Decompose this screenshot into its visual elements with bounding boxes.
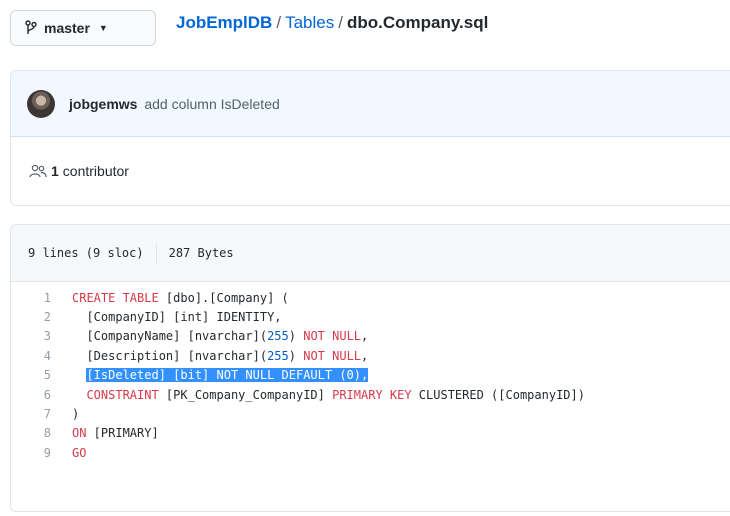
code-line: 2 [CompanyID] [int] IDENTITY, bbox=[11, 307, 730, 326]
selected-text[interactable]: [IsDeleted] [bit] NOT NULL DEFAULT (0), bbox=[86, 368, 369, 383]
code-text[interactable]: [Description] [nvarchar](255) NOT NULL, bbox=[65, 349, 368, 363]
people-icon bbox=[29, 164, 47, 178]
code-block[interactable]: 1 CREATE TABLE [dbo].[Company] ( 2 [Comp… bbox=[11, 282, 730, 463]
breadcrumb: JobEmplDB / Tables / dbo.Company.sql bbox=[176, 12, 488, 34]
file-info-bar: 9 lines (9 sloc) 287 Bytes bbox=[11, 225, 730, 282]
code-text[interactable]: [IsDeleted] [bit] NOT NULL DEFAULT (0), bbox=[65, 368, 369, 383]
git-branch-icon bbox=[25, 20, 37, 34]
breadcrumb-folder-link[interactable]: Tables bbox=[285, 13, 334, 32]
code-line: 9 GO bbox=[11, 443, 730, 462]
latest-commit: jobgemws add column IsDeleted bbox=[11, 71, 730, 137]
code-line: 6 CONSTRAINT [PK_Company_CompanyID] PRIM… bbox=[11, 385, 730, 404]
code-text[interactable]: CONSTRAINT [PK_Company_CompanyID] PRIMAR… bbox=[65, 388, 585, 402]
commit-box: jobgemws add column IsDeleted 1 contribu… bbox=[10, 70, 730, 206]
file-size: 287 Bytes bbox=[168, 246, 234, 260]
line-number[interactable]: 9 bbox=[11, 446, 65, 460]
breadcrumb-file: dbo.Company.sql bbox=[346, 13, 489, 32]
code-text[interactable]: [CompanyName] [nvarchar](255) NOT NULL, bbox=[65, 329, 368, 343]
code-line: 7 ) bbox=[11, 404, 730, 423]
line-number[interactable]: 2 bbox=[11, 310, 65, 324]
line-number[interactable]: 4 bbox=[11, 349, 65, 363]
code-text[interactable]: [CompanyID] [int] IDENTITY, bbox=[65, 310, 281, 324]
code-line: 4 [Description] [nvarchar](255) NOT NULL… bbox=[11, 346, 730, 365]
breadcrumb-separator: / bbox=[338, 13, 343, 32]
file-line-count: 9 lines (9 sloc) bbox=[28, 246, 144, 260]
file-viewer: 9 lines (9 sloc) 287 Bytes 1 CREATE TABL… bbox=[10, 224, 730, 512]
breadcrumb-separator: / bbox=[276, 13, 282, 32]
contributors-row[interactable]: 1 contributor bbox=[11, 137, 730, 205]
contributor-label: contributor bbox=[62, 163, 129, 179]
code-line: 5 [IsDeleted] [bit] NOT NULL DEFAULT (0)… bbox=[11, 366, 730, 385]
code-text[interactable]: GO bbox=[65, 446, 86, 460]
code-line: 3 [CompanyName] [nvarchar](255) NOT NULL… bbox=[11, 327, 730, 346]
code-line: 1 CREATE TABLE [dbo].[Company] ( bbox=[11, 288, 730, 307]
line-number[interactable]: 3 bbox=[11, 329, 65, 343]
code-line: 8 ON [PRIMARY] bbox=[11, 424, 730, 443]
line-number[interactable]: 5 bbox=[11, 368, 65, 382]
line-number[interactable]: 6 bbox=[11, 388, 65, 402]
line-number[interactable]: 7 bbox=[11, 407, 65, 421]
breadcrumb-repo-link[interactable]: JobEmplDB bbox=[176, 13, 272, 32]
commit-message-link[interactable]: add column IsDeleted bbox=[144, 96, 279, 112]
code-text[interactable]: ON [PRIMARY] bbox=[65, 426, 159, 440]
avatar[interactable] bbox=[27, 89, 55, 118]
line-number[interactable]: 8 bbox=[11, 426, 65, 440]
branch-name: master bbox=[44, 20, 90, 36]
commit-author-link[interactable]: jobgemws bbox=[69, 96, 137, 112]
code-text[interactable]: CREATE TABLE [dbo].[Company] ( bbox=[65, 291, 289, 305]
file-info-divider bbox=[155, 243, 157, 263]
line-number[interactable]: 1 bbox=[11, 291, 65, 305]
branch-select-button[interactable]: master ▼ bbox=[10, 10, 156, 46]
caret-down-icon: ▼ bbox=[98, 23, 108, 33]
code-text[interactable]: ) bbox=[65, 407, 79, 421]
contributor-count: 1 bbox=[51, 163, 59, 179]
